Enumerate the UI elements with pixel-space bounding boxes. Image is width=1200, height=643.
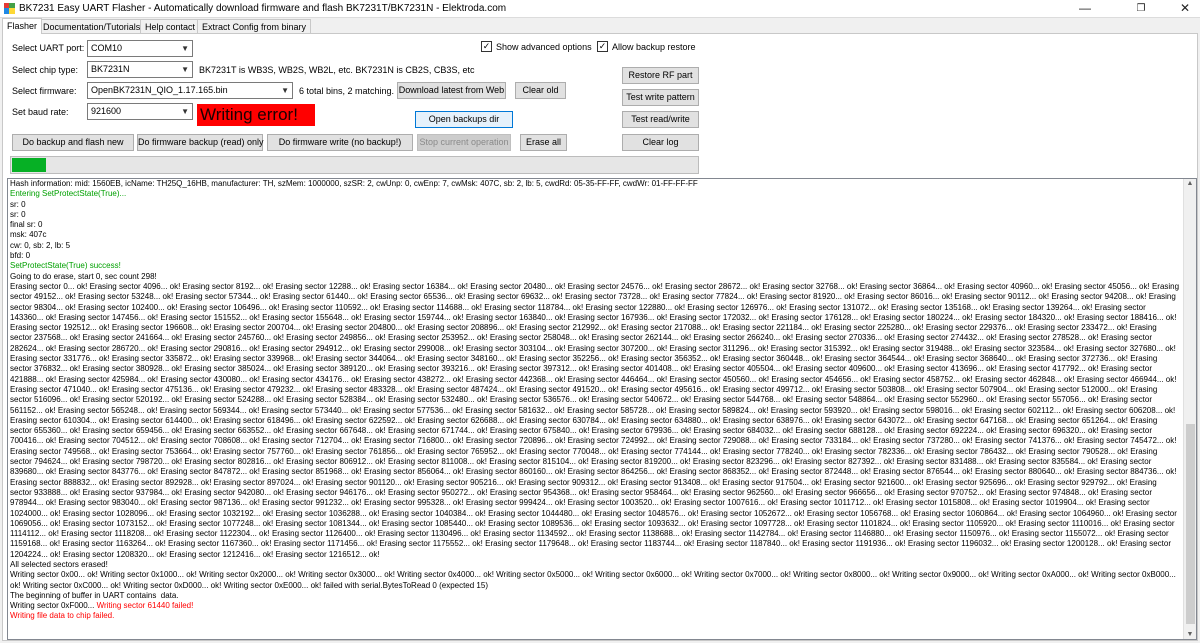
baud-rate-value: 921600	[91, 106, 122, 116]
tab-documentation[interactable]: Documentation/Tutorials	[38, 19, 146, 34]
firmware-backup-button[interactable]: Do firmware backup (read) only	[137, 134, 264, 151]
checkmark-icon: ✓	[481, 41, 492, 53]
tab-flasher[interactable]: Flasher	[2, 18, 43, 34]
chip-note: BK7231T is WB3S, WB2S, WB2L, etc. BK7231…	[199, 65, 475, 75]
progress-bar	[10, 156, 699, 174]
uart-port-label: Select UART port:	[12, 43, 85, 53]
minimize-button[interactable]: —	[1062, 0, 1108, 18]
stop-operation-button[interactable]: Stop current operation	[417, 134, 511, 151]
log-line: Writing file data to chip failed.	[10, 611, 115, 621]
baud-rate-label: Set baud rate:	[12, 107, 69, 117]
uart-port-select[interactable]: COM10 ▼	[87, 40, 193, 57]
tab-extract-config[interactable]: Extract Config from binary	[197, 19, 312, 34]
download-latest-button[interactable]: Download latest from Web	[397, 82, 506, 99]
firmware-write-button[interactable]: Do firmware write (no backup!)	[267, 134, 413, 151]
firmware-select[interactable]: OpenBK7231N_QIO_1.17.165.bin ▼	[87, 82, 293, 99]
log-line: sr: 0	[10, 209, 26, 219]
allow-backup-restore-label: Allow backup restore	[612, 42, 696, 52]
chip-type-value: BK7231N	[91, 64, 130, 74]
tab-help-contact[interactable]: Help contact	[140, 19, 201, 34]
writing-error-banner: Writing error!	[197, 104, 315, 126]
log-scrollbar[interactable]: ▲ ▼	[1183, 179, 1196, 639]
show-advanced-label: Show advanced options	[496, 42, 592, 52]
log-line: Writing sector 0x00... ok! Writing secto…	[10, 570, 1179, 590]
log-line: Hash information: mid: 1560EB, icName: T…	[10, 179, 698, 188]
log-line-error: Writing sector 61440 failed!	[96, 601, 194, 611]
flasher-panel: Select UART port: COM10 ▼ Select chip ty…	[2, 33, 1198, 641]
close-button[interactable]: ✕	[1162, 0, 1200, 18]
open-backups-dir-button[interactable]: Open backups dir	[415, 111, 513, 128]
chip-type-select[interactable]: BK7231N ▼	[87, 61, 193, 78]
title-bar: BK7231 Easy UART Flasher - Automatically…	[0, 0, 1200, 18]
checkmark-icon: ✓	[597, 41, 608, 53]
allow-backup-restore-checkbox[interactable]: ✓ Allow backup restore	[597, 41, 696, 55]
log-line: bfd: 0	[10, 251, 31, 261]
progress-fill	[12, 158, 46, 172]
log-line: cw: 0, sb: 2, lb: 5	[10, 240, 71, 250]
app-icon	[4, 3, 15, 14]
log-line-text: Writing sector 0xF000...	[10, 601, 97, 611]
baud-rate-select[interactable]: 921600 ▼	[87, 103, 193, 120]
scroll-up-icon[interactable]: ▲	[1184, 180, 1196, 187]
log-line: The beginning of buffer in UART contains…	[10, 590, 179, 600]
uart-port-value: COM10	[91, 43, 123, 53]
scroll-down-icon[interactable]: ▼	[1184, 631, 1196, 638]
erase-all-button[interactable]: Erase all	[520, 134, 567, 151]
restore-rf-button[interactable]: Restore RF part	[622, 67, 699, 84]
show-advanced-checkbox[interactable]: ✓ Show advanced options	[481, 41, 592, 55]
test-write-pattern-button[interactable]: Test write pattern	[622, 89, 699, 106]
chevron-down-icon: ▼	[181, 65, 189, 74]
log-output[interactable]: Hash information: mid: 1560EB, icName: T…	[7, 178, 1197, 640]
log-line: Going to do erase, start 0, sec count 29…	[10, 271, 157, 281]
log-line: sr: 0	[10, 199, 26, 209]
log-line: final sr: 0	[10, 220, 43, 230]
firmware-label: Select firmware:	[12, 86, 77, 96]
firmware-count-note: 6 total bins, 2 matching.	[299, 86, 395, 96]
clear-old-button[interactable]: Clear old	[515, 82, 566, 99]
chevron-down-icon: ▼	[181, 44, 189, 53]
log-line: All selected sectors erased!	[10, 559, 108, 569]
firmware-value: OpenBK7231N_QIO_1.17.165.bin	[91, 85, 228, 95]
maximize-button[interactable]: ❐	[1118, 0, 1164, 18]
chevron-down-icon: ▼	[181, 107, 189, 116]
scroll-thumb[interactable]	[1186, 424, 1195, 624]
log-line: Writing sector 0xF000... Writing sector …	[10, 601, 1180, 611]
clear-log-button[interactable]: Clear log	[622, 134, 699, 151]
log-line: SetProtectState(True) success!	[10, 261, 121, 271]
chevron-down-icon: ▼	[281, 86, 289, 95]
test-read-write-button[interactable]: Test read/write	[622, 111, 699, 128]
log-lines: Hash information: mid: 1560EB, icName: T…	[10, 179, 1180, 622]
backup-and-flash-button[interactable]: Do backup and flash new	[12, 134, 134, 151]
log-line: Entering SetProtectState(True)...	[10, 189, 127, 199]
chip-type-label: Select chip type:	[12, 65, 79, 75]
log-line: msk: 407c	[10, 230, 47, 240]
log-line: Erasing sector 0... ok! Erasing sector 4…	[10, 281, 1182, 559]
window-title: BK7231 Easy UART Flasher - Automatically…	[19, 3, 507, 14]
